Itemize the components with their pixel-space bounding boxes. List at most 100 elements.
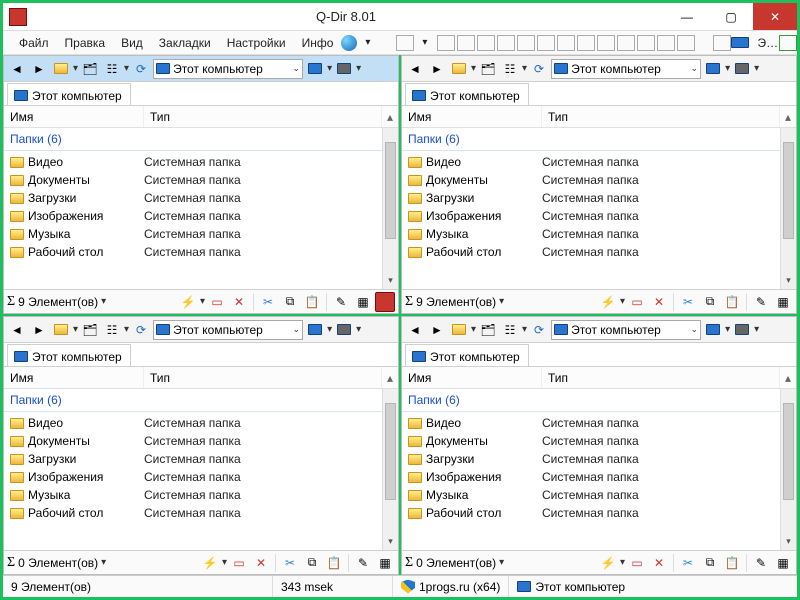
up-button[interactable] xyxy=(449,320,469,340)
edit-button[interactable]: ✎ xyxy=(751,292,771,312)
edit-button[interactable]: ✎ xyxy=(331,292,351,312)
pane-tab[interactable]: Этот компьютер xyxy=(405,344,529,366)
list-item[interactable]: МузыкаСистемная папка xyxy=(4,486,382,504)
scroll-up-icon[interactable]: ▴ xyxy=(780,371,796,385)
paste-button[interactable]: 📋 xyxy=(324,553,344,573)
view-mode-button[interactable]: ☷ xyxy=(102,59,122,79)
pane-tab[interactable]: Этот компьютер xyxy=(7,344,131,366)
scroll-down-icon[interactable]: ▾ xyxy=(383,536,398,550)
menu-bookmarks[interactable]: Закладки xyxy=(151,32,219,54)
drives-button[interactable] xyxy=(334,59,354,79)
refresh-button[interactable]: ⟳ xyxy=(131,320,151,340)
list-item[interactable]: ЗагрузкиСистемная папка xyxy=(4,189,382,207)
scroll-up-icon[interactable]: ▴ xyxy=(780,110,796,124)
history-icon[interactable] xyxy=(713,35,731,51)
list-item[interactable]: ДокументыСистемная папка xyxy=(4,171,382,189)
explorer-icon[interactable]: 🗂 xyxy=(478,59,498,79)
chevron-down-icon[interactable]: ⌄ xyxy=(691,63,699,74)
delete-red-icon[interactable]: ▭ xyxy=(229,553,249,573)
forward-button[interactable]: ► xyxy=(427,59,447,79)
close-button[interactable]: ✕ xyxy=(753,3,797,30)
path-combo[interactable]: Этот компьютер ⌄ xyxy=(153,320,303,340)
list-item[interactable]: ИзображенияСистемная папка xyxy=(4,468,382,486)
back-button[interactable]: ◄ xyxy=(7,59,27,79)
column-type[interactable]: Тип xyxy=(542,106,780,127)
forward-button[interactable]: ► xyxy=(427,320,447,340)
scrollbar-thumb[interactable] xyxy=(783,142,794,239)
refresh-button[interactable]: ⟳ xyxy=(529,59,549,79)
copy-button[interactable]: ⧉ xyxy=(700,553,720,573)
grid-button[interactable]: ▦ xyxy=(773,553,793,573)
delete-button[interactable]: ✕ xyxy=(229,292,249,312)
file-list[interactable]: Папки (6) ВидеоСистемная папкаДокументыС… xyxy=(402,128,780,289)
globe-icon[interactable] xyxy=(341,35,357,51)
column-name[interactable]: Имя xyxy=(4,106,144,127)
vertical-scrollbar[interactable]: ▾ xyxy=(382,128,398,289)
list-item[interactable]: ВидеоСистемная папка xyxy=(402,153,780,171)
scroll-down-icon[interactable]: ▾ xyxy=(383,275,398,289)
layout-icon[interactable] xyxy=(477,35,495,51)
layout-icon[interactable] xyxy=(557,35,575,51)
file-list[interactable]: Папки (6) ВидеоСистемная папкаДокументыС… xyxy=(4,389,382,550)
list-item[interactable]: МузыкаСистемная папка xyxy=(402,225,780,243)
up-button[interactable] xyxy=(51,320,71,340)
drives-button[interactable] xyxy=(334,320,354,340)
chevron-down-icon[interactable]: ⌄ xyxy=(691,324,699,335)
layout-single-icon[interactable] xyxy=(396,35,414,51)
layout-icon[interactable] xyxy=(617,35,635,51)
layout-icon[interactable] xyxy=(677,35,695,51)
path-combo[interactable]: Этот компьютер ⌄ xyxy=(551,59,701,79)
copy-button[interactable]: ⧉ xyxy=(700,292,720,312)
up-button[interactable] xyxy=(449,59,469,79)
scroll-up-icon[interactable]: ▴ xyxy=(382,110,398,124)
pane-tab[interactable]: Этот компьютер xyxy=(7,83,131,105)
explorer-icon[interactable]: 🗂 xyxy=(80,320,100,340)
menubar-path[interactable]: Этот ко... xyxy=(749,32,777,54)
scroll-up-icon[interactable]: ▴ xyxy=(382,371,398,385)
layout-icon[interactable] xyxy=(577,35,595,51)
list-item[interactable]: МузыкаСистемная папка xyxy=(402,486,780,504)
dropdown-icon[interactable]: ▾ xyxy=(101,296,106,307)
menu-view[interactable]: Вид xyxy=(113,32,151,54)
layout-icon[interactable] xyxy=(497,35,515,51)
scrollbar-thumb[interactable] xyxy=(385,403,396,500)
display-button[interactable] xyxy=(703,320,723,340)
layout-icon[interactable] xyxy=(657,35,675,51)
cut-button[interactable]: ✂ xyxy=(280,553,300,573)
list-item[interactable]: ДокументыСистемная папка xyxy=(4,432,382,450)
dropdown-icon[interactable]: ▾ xyxy=(499,296,504,307)
forward-button[interactable]: ► xyxy=(29,59,49,79)
filter-icon[interactable]: ⚡ xyxy=(598,292,618,312)
filter-icon[interactable]: ⚡ xyxy=(178,292,198,312)
list-item[interactable]: Рабочий столСистемная папка xyxy=(4,243,382,261)
list-item[interactable]: ИзображенияСистемная папка xyxy=(402,468,780,486)
forward-button[interactable]: ► xyxy=(29,320,49,340)
grid-button[interactable]: ▦ xyxy=(353,292,373,312)
delete-red-icon[interactable]: ▭ xyxy=(207,292,227,312)
maximize-button[interactable]: ▢ xyxy=(709,3,753,30)
back-button[interactable]: ◄ xyxy=(405,59,425,79)
delete-button[interactable]: ✕ xyxy=(251,553,271,573)
list-item[interactable]: ИзображенияСистемная папка xyxy=(4,207,382,225)
column-type[interactable]: Тип xyxy=(144,106,382,127)
column-type[interactable]: Тип xyxy=(542,367,780,388)
group-header[interactable]: Папки (6) xyxy=(402,130,780,151)
dropdown-icon[interactable]: ▾ xyxy=(101,557,106,568)
scrollbar-thumb[interactable] xyxy=(385,142,396,239)
list-item[interactable]: Рабочий столСистемная папка xyxy=(402,504,780,522)
layout-icon[interactable] xyxy=(437,35,455,51)
cut-button[interactable]: ✂ xyxy=(678,292,698,312)
up-button[interactable] xyxy=(51,59,71,79)
record-icon[interactable] xyxy=(375,292,395,312)
list-item[interactable]: Рабочий столСистемная папка xyxy=(4,504,382,522)
grid-button[interactable]: ▦ xyxy=(773,292,793,312)
back-button[interactable]: ◄ xyxy=(7,320,27,340)
explorer-icon[interactable]: 🗂 xyxy=(80,59,100,79)
file-list[interactable]: Папки (6) ВидеоСистемная папкаДокументыС… xyxy=(402,389,780,550)
display-button[interactable] xyxy=(305,320,325,340)
scroll-down-icon[interactable]: ▾ xyxy=(781,536,796,550)
edit-button[interactable]: ✎ xyxy=(353,553,373,573)
list-item[interactable]: ИзображенияСистемная папка xyxy=(402,207,780,225)
explorer-icon[interactable]: 🗂 xyxy=(478,320,498,340)
layout-icon[interactable] xyxy=(597,35,615,51)
